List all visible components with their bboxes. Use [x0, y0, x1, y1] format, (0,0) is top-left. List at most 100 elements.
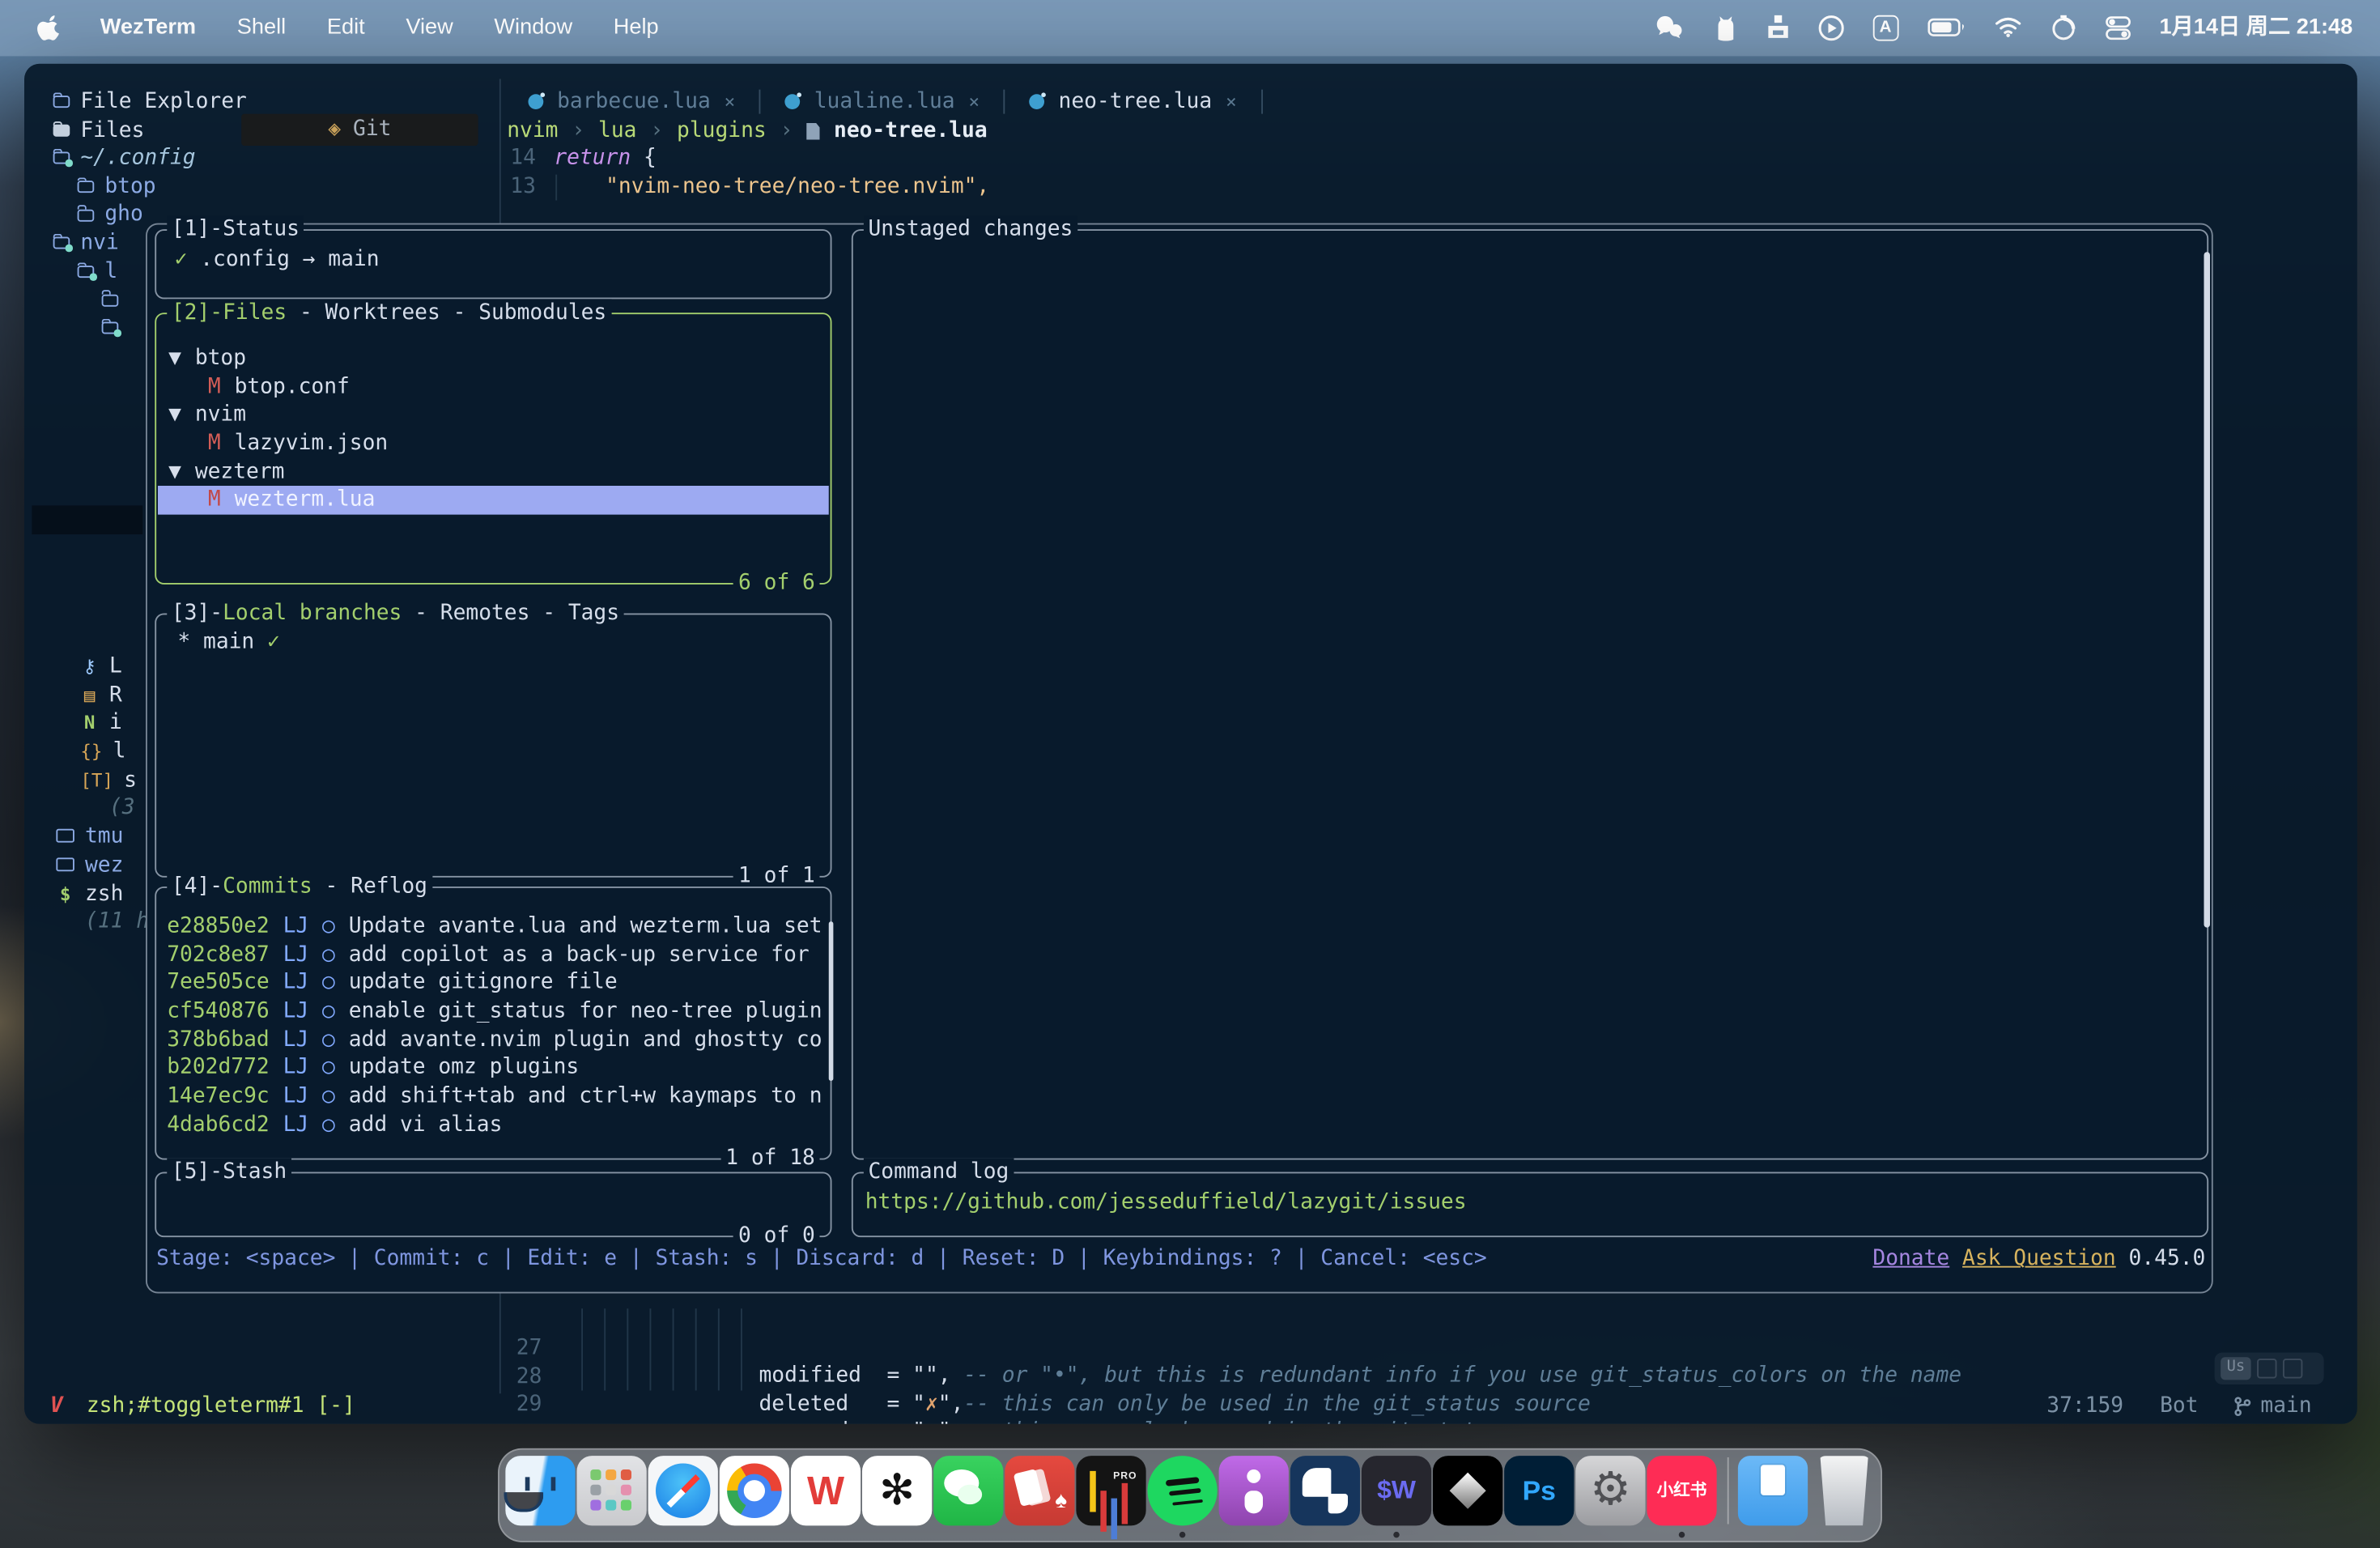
breadcrumb-dir[interactable]: nvim [507, 117, 558, 146]
battery-icon[interactable] [1927, 15, 1966, 42]
dock-app-icon[interactable]: W [791, 1456, 861, 1525]
buffer-tab[interactable]: neo-tree.lua × [1009, 87, 1258, 116]
wechat-icon[interactable] [1654, 15, 1685, 42]
neotree-tab-git[interactable]: ◈ Git [241, 114, 478, 146]
dock-app-icon[interactable]: ⚙ [1575, 1456, 1645, 1525]
file-icon: {} [80, 738, 102, 766]
ask-question-link[interactable]: Ask Question [1962, 1247, 2116, 1271]
buffer-tab[interactable]: barbecue.lua × [507, 87, 756, 116]
menu-item-shell[interactable]: Shell [237, 14, 286, 42]
scroll-indicator: Bot [2160, 1392, 2198, 1420]
commit-row[interactable]: cf540876 LJ ○ enable git_status for neo-… [167, 997, 827, 1026]
commit-message: add avante.nvim plugin and ghostty co [349, 1026, 822, 1054]
menu-app-name[interactable]: WezTerm [100, 14, 196, 42]
dock-app-icon[interactable]: ♠ [1005, 1456, 1074, 1525]
buffer-tab[interactable]: lualine.lua × [764, 87, 1001, 116]
menu-clock[interactable]: 1月14日 周二 21:48 [2159, 14, 2352, 42]
neotree-winbar: File Explorer [53, 88, 247, 117]
close-icon[interactable]: × [725, 87, 736, 116]
commit-hash: 702c8e87 [167, 941, 269, 969]
input-source-icon[interactable]: A [1872, 15, 1898, 41]
commit-hash: b202d772 [167, 1054, 269, 1082]
dock-app-icon[interactable]: $W [1362, 1456, 1431, 1525]
control-center-icon[interactable] [2105, 15, 2131, 42]
diff-line: - window_background_opacity = 0.8, [865, 488, 2198, 517]
panel-title: [1]-Status [167, 215, 304, 244]
commit-row[interactable]: e28850e2 LJ ○ Update avante.lua and wezt… [167, 912, 827, 941]
wifi-icon[interactable] [1994, 15, 2021, 42]
eject-box-icon[interactable] [1766, 15, 1789, 42]
file-row[interactable]: M lazyvim.json [158, 430, 829, 458]
lazygit-files-panel[interactable]: [2]-Files - Worktrees - Submodules ▼ bto… [155, 313, 831, 585]
dock-app-icon[interactable] [505, 1456, 575, 1525]
commit-row[interactable]: 14e7ec9c LJ ○ add shift+tab and ctrl+w k… [167, 1082, 827, 1111]
menu-item-edit[interactable]: Edit [327, 14, 365, 42]
dock-app-icon[interactable] [933, 1456, 1003, 1525]
dock-app-icon[interactable] [648, 1456, 718, 1525]
lazygit-branches-panel[interactable]: [3]-Local branches - Remotes - Tags * ma… [155, 614, 831, 878]
commit-row[interactable]: 702c8e87 LJ ○ add copilot as a back-up s… [167, 941, 827, 969]
commit-hash: cf540876 [167, 997, 269, 1026]
tab-separator [1261, 90, 1263, 114]
code-line: "nvim-neo-tree/neo-tree.nvim", [606, 173, 989, 202]
commits-scrollbar[interactable] [829, 921, 834, 1081]
lazygit-unstaged-panel[interactable]: Unstaged changes diff --git a/wezterm/we… [852, 229, 2208, 1159]
play-icon[interactable] [1818, 15, 1844, 42]
command-log-url[interactable]: https://github.com/jesseduffield/lazygit… [865, 1189, 1467, 1217]
close-icon[interactable]: × [1226, 87, 1237, 116]
dock-app-icon[interactable] [720, 1456, 789, 1525]
breadcrumb-dir[interactable]: plugins [677, 117, 767, 146]
commit-hash: 4dab6cd2 [167, 1111, 269, 1139]
commit-row[interactable]: b202d772 LJ ○ update omz plugins [167, 1054, 827, 1082]
time-machine-icon[interactable] [2050, 15, 2076, 42]
dock-app-icon[interactable] [1817, 1456, 1872, 1525]
breadcrumb-dir[interactable]: lua [598, 117, 636, 146]
menu-item-help[interactable]: Help [614, 14, 659, 42]
breadcrumb: nvim › lua › plugins › neo-tree.lua [507, 117, 987, 146]
commit-hash: e28850e2 [167, 912, 269, 941]
cat-icon[interactable] [1713, 15, 1737, 42]
apple-logo-icon[interactable] [36, 15, 59, 42]
lazygit-commits-panel[interactable]: [4]-Commits - Reflog e28850e2 LJ ○ Updat… [155, 887, 831, 1160]
donate-link[interactable]: Donate [1872, 1247, 1949, 1271]
dock-app-icon[interactable] [1148, 1456, 1218, 1525]
dock-app-icon[interactable] [1219, 1456, 1289, 1525]
file-row[interactable]: ▼ wezterm [158, 458, 829, 487]
commit-author: LJ [283, 997, 309, 1026]
lazygit-status-panel[interactable]: [1]-Status ✓ .config → main [155, 229, 831, 299]
dock-app-icon[interactable] [1719, 1456, 1737, 1525]
commit-message: update omz plugins [349, 1054, 579, 1082]
indent-guide [673, 1308, 674, 1390]
commit-row[interactable]: 4dab6cd2 LJ ○ add vi alias [167, 1111, 827, 1139]
file-row[interactable]: ▼ btop [158, 345, 829, 373]
tree-item[interactable]: ~/.config [53, 144, 478, 172]
dock-app-icon[interactable]: Ps [1504, 1456, 1574, 1525]
breadcrumb-file[interactable]: neo-tree.lua [834, 117, 988, 146]
file-row[interactable]: M btop.conf [158, 373, 829, 402]
dock-app-icon[interactable] [577, 1456, 647, 1525]
file-row[interactable]: ▼ nvim [158, 402, 829, 430]
lazygit-stash-panel[interactable]: [5]-Stash 0 of 0 [155, 1172, 831, 1238]
dock-app-icon[interactable]: ✻ [862, 1456, 932, 1525]
dock-app-icon[interactable] [1738, 1456, 1808, 1525]
commit-row[interactable]: 378b6bad LJ ○ add avante.nvim plugin and… [167, 1026, 827, 1054]
tree-item[interactable]: btop [53, 172, 478, 201]
lazygit-keybindings-bar: Stage: <space> | Commit: c | Edit: e | S… [156, 1245, 2205, 1274]
dock-app-icon[interactable] [1290, 1456, 1360, 1525]
line-number: 13 [475, 173, 536, 202]
dock-app-icon[interactable]: PRO [1076, 1456, 1145, 1525]
wezterm-window: File Explorer Files ◈ Git ~/.config btop [24, 64, 2357, 1424]
menu-item-view[interactable]: View [406, 14, 453, 42]
indent-guide [718, 1308, 720, 1390]
commit-author: LJ [283, 912, 309, 941]
branch-row[interactable]: * main ✓ [177, 628, 280, 657]
close-icon[interactable]: × [968, 87, 980, 116]
menu-item-window[interactable]: Window [494, 14, 572, 42]
neotree-tab-files[interactable]: Files [53, 117, 145, 145]
dock-app-icon[interactable]: 小红书 [1647, 1456, 1716, 1525]
file-row[interactable]: M wezterm.lua [158, 487, 829, 515]
commit-row[interactable]: 7ee505ce LJ ○ update gitignore file [167, 969, 827, 997]
panel-title: [3]-Local branches - Remotes - Tags [167, 600, 623, 628]
diff-scrollbar[interactable] [2204, 252, 2211, 927]
dock-app-icon[interactable] [1433, 1456, 1502, 1525]
